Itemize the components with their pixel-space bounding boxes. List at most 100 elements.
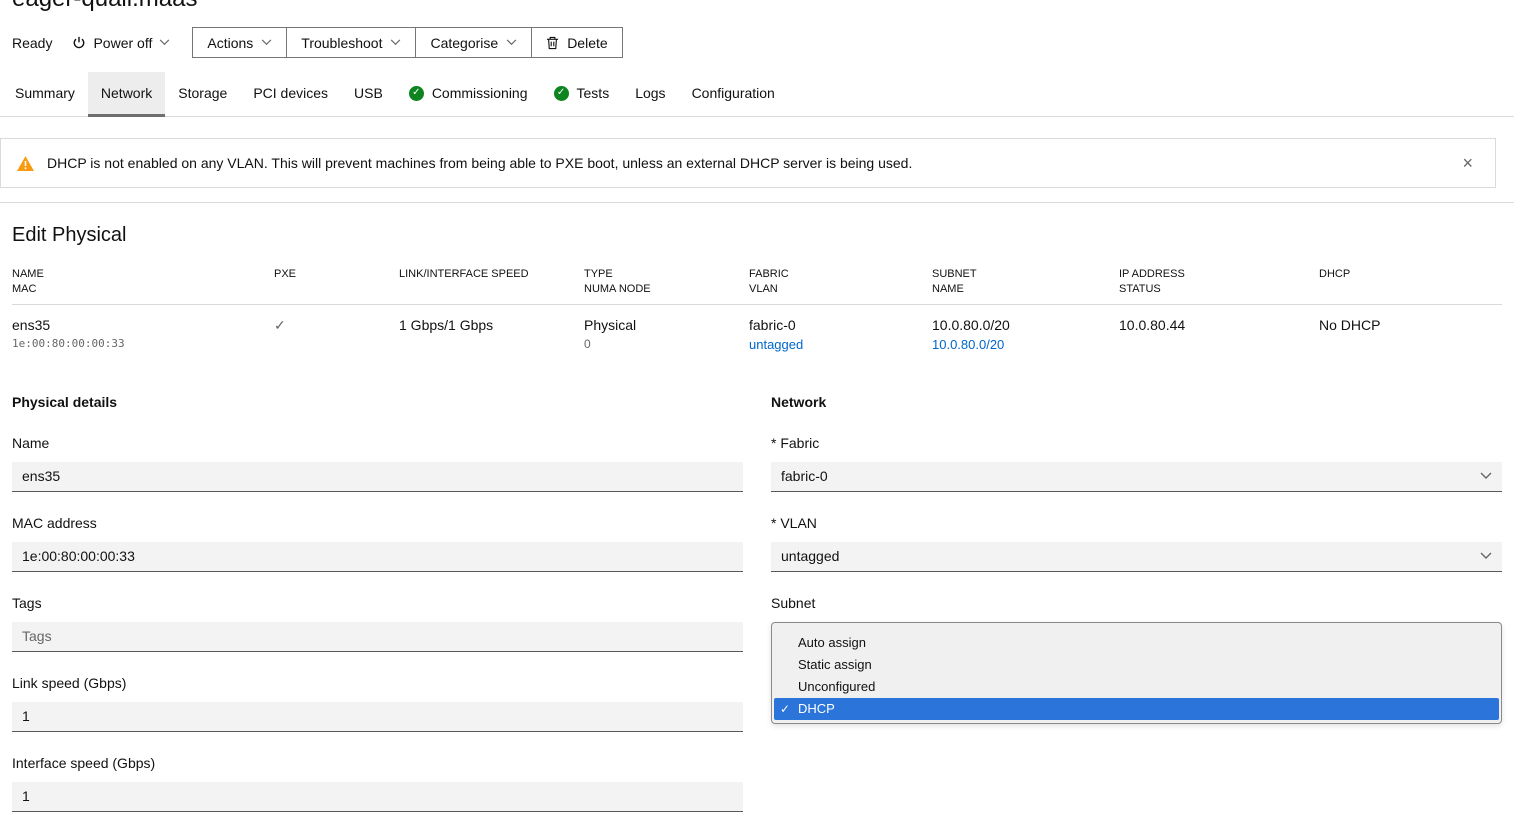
tab-pci-devices[interactable]: PCI devices bbox=[240, 72, 341, 117]
option-label: Static assign bbox=[798, 657, 872, 672]
subnet-option-dhcp[interactable]: ✓ DHCP bbox=[774, 698, 1499, 720]
cell-link-speed: 1 Gbps/1 Gbps bbox=[399, 317, 584, 352]
tab-tests[interactable]: ✓ Tests bbox=[541, 72, 623, 117]
tab-label: Commissioning bbox=[432, 85, 528, 101]
link-speed-input[interactable] bbox=[12, 702, 743, 732]
check-icon: ✓ bbox=[780, 702, 798, 716]
troubleshoot-button[interactable]: Troubleshoot bbox=[286, 27, 416, 58]
vlan-field-group: * VLAN untagged bbox=[771, 515, 1502, 572]
delete-button[interactable]: Delete bbox=[531, 27, 622, 58]
name-input[interactable] bbox=[12, 462, 743, 492]
actions-button-label: Actions bbox=[207, 35, 253, 51]
warning-message: DHCP is not enabled on any VLAN. This wi… bbox=[47, 155, 912, 171]
chevron-down-icon bbox=[1480, 552, 1492, 560]
tab-label: Storage bbox=[178, 85, 227, 101]
interface-table-header: NAMEMAC PXE LINK/INTERFACE SPEED TYPENUM… bbox=[12, 267, 1502, 305]
mac-address-input[interactable] bbox=[12, 542, 743, 572]
tab-label: Network bbox=[101, 85, 152, 101]
power-menu-button[interactable]: Power off bbox=[66, 29, 176, 57]
trash-icon bbox=[546, 36, 559, 50]
fabric-field-group: * Fabric fabric-0 bbox=[771, 435, 1502, 492]
col-dhcp: DHCP bbox=[1319, 267, 1502, 297]
subnet-option-auto-assign[interactable]: Auto assign bbox=[774, 632, 1499, 654]
power-icon bbox=[72, 36, 86, 50]
col-fabric-vlan: FABRICVLAN bbox=[749, 267, 932, 297]
machine-actions-group: Actions Troubleshoot Categorise Delete bbox=[192, 27, 622, 58]
tab-logs[interactable]: Logs bbox=[622, 72, 678, 117]
col-link-speed: LINK/INTERFACE SPEED bbox=[399, 267, 584, 297]
fabric-select[interactable]: fabric-0 bbox=[771, 462, 1502, 492]
machine-tabs: Summary Network Storage PCI devices USB … bbox=[0, 72, 1514, 117]
warning-icon bbox=[17, 156, 34, 171]
mac-address-label: MAC address bbox=[12, 515, 743, 531]
tab-label: Logs bbox=[635, 85, 665, 101]
tab-summary[interactable]: Summary bbox=[2, 72, 88, 117]
vlan-link[interactable]: untagged bbox=[749, 337, 803, 352]
vlan-select[interactable]: untagged bbox=[771, 542, 1502, 572]
numa-node: 0 bbox=[584, 337, 749, 351]
chevron-down-icon bbox=[261, 39, 272, 46]
subnet-option-static-assign[interactable]: Static assign bbox=[774, 654, 1499, 676]
edit-physical-card: Edit Physical NAMEMAC PXE LINK/INTERFACE… bbox=[0, 202, 1514, 813]
tab-storage[interactable]: Storage bbox=[165, 72, 240, 117]
vlan-label: * VLAN bbox=[771, 515, 1502, 531]
cell-ip-status: 10.0.80.44 bbox=[1119, 317, 1319, 352]
check-icon: ✓ bbox=[274, 317, 286, 333]
col-subnet-name: SUBNETNAME bbox=[932, 267, 1119, 297]
tab-label: PCI devices bbox=[253, 85, 328, 101]
chevron-down-icon bbox=[159, 39, 170, 46]
cell-fabric-vlan: fabric-0 untagged bbox=[749, 317, 932, 352]
subnet-dropdown-open: Auto assign Static assign Unconfigured ✓ bbox=[771, 622, 1502, 724]
col-pxe: PXE bbox=[274, 267, 399, 297]
tab-label: Configuration bbox=[692, 85, 775, 101]
tab-network[interactable]: Network bbox=[88, 72, 165, 117]
interface-mac: 1e:00:80:00:00:33 bbox=[12, 337, 274, 350]
tab-label: Tests bbox=[577, 85, 610, 101]
categorise-button[interactable]: Categorise bbox=[415, 27, 532, 58]
close-icon[interactable]: × bbox=[1456, 152, 1479, 174]
delete-button-label: Delete bbox=[567, 35, 607, 51]
cell-pxe: ✓ bbox=[274, 317, 399, 352]
tab-usb[interactable]: USB bbox=[341, 72, 396, 117]
cell-subnet-name: 10.0.80.0/20 10.0.80.0/20 bbox=[932, 317, 1119, 352]
troubleshoot-button-label: Troubleshoot bbox=[301, 35, 382, 51]
chevron-down-icon bbox=[506, 39, 517, 46]
tags-field-group: Tags bbox=[12, 595, 743, 652]
warning-banner: DHCP is not enabled on any VLAN. This wi… bbox=[0, 138, 1496, 188]
cell-dhcp: No DHCP bbox=[1319, 317, 1502, 352]
subnet-option-unconfigured[interactable]: Unconfigured bbox=[774, 676, 1499, 698]
name-label: Name bbox=[12, 435, 743, 451]
interface-name: ens35 bbox=[12, 317, 50, 333]
chevron-down-icon bbox=[390, 39, 401, 46]
interface-speed-input[interactable] bbox=[12, 782, 743, 812]
edit-physical-title: Edit Physical bbox=[12, 224, 1502, 247]
tags-label: Tags bbox=[12, 595, 743, 611]
tab-commissioning[interactable]: ✓ Commissioning bbox=[396, 72, 541, 117]
option-label: DHCP bbox=[798, 701, 835, 716]
tab-configuration[interactable]: Configuration bbox=[679, 72, 788, 117]
interface-table: NAMEMAC PXE LINK/INTERFACE SPEED TYPENUM… bbox=[12, 267, 1502, 368]
option-label: Unconfigured bbox=[798, 679, 875, 694]
name-field-group: Name bbox=[12, 435, 743, 492]
categorise-button-label: Categorise bbox=[430, 35, 498, 51]
subnet-value: 10.0.80.0/20 bbox=[932, 317, 1010, 333]
success-check-icon: ✓ bbox=[409, 86, 424, 101]
col-ip-status: IP ADDRESSSTATUS bbox=[1119, 267, 1319, 297]
status-action-row: Ready Power off Actions Troubleshoot Cat… bbox=[0, 0, 1514, 68]
subnet-field-group: Subnet Auto assign Static assign Unco bbox=[771, 595, 1502, 724]
chevron-down-icon bbox=[1480, 472, 1492, 480]
edit-physical-form: Physical details Name MAC address Tags L… bbox=[12, 394, 1502, 813]
tab-label: Summary bbox=[15, 85, 75, 101]
cell-type-numa: Physical 0 bbox=[584, 317, 749, 352]
network-title: Network bbox=[771, 394, 1502, 410]
actions-button[interactable]: Actions bbox=[192, 27, 287, 58]
link-speed-label: Link speed (Gbps) bbox=[12, 675, 743, 691]
machine-title: eager-quail.maas bbox=[12, 0, 197, 13]
option-label: Auto assign bbox=[798, 635, 866, 650]
tags-input[interactable] bbox=[12, 622, 743, 652]
fabric-select-value: fabric-0 bbox=[781, 468, 828, 484]
cell-name-mac: ens35 1e:00:80:00:00:33 bbox=[12, 317, 274, 352]
machine-network-page: eager-quail.maas Ready Power off Actions… bbox=[0, 0, 1514, 813]
power-menu-label: Power off bbox=[93, 35, 152, 51]
subnet-link[interactable]: 10.0.80.0/20 bbox=[932, 337, 1004, 352]
